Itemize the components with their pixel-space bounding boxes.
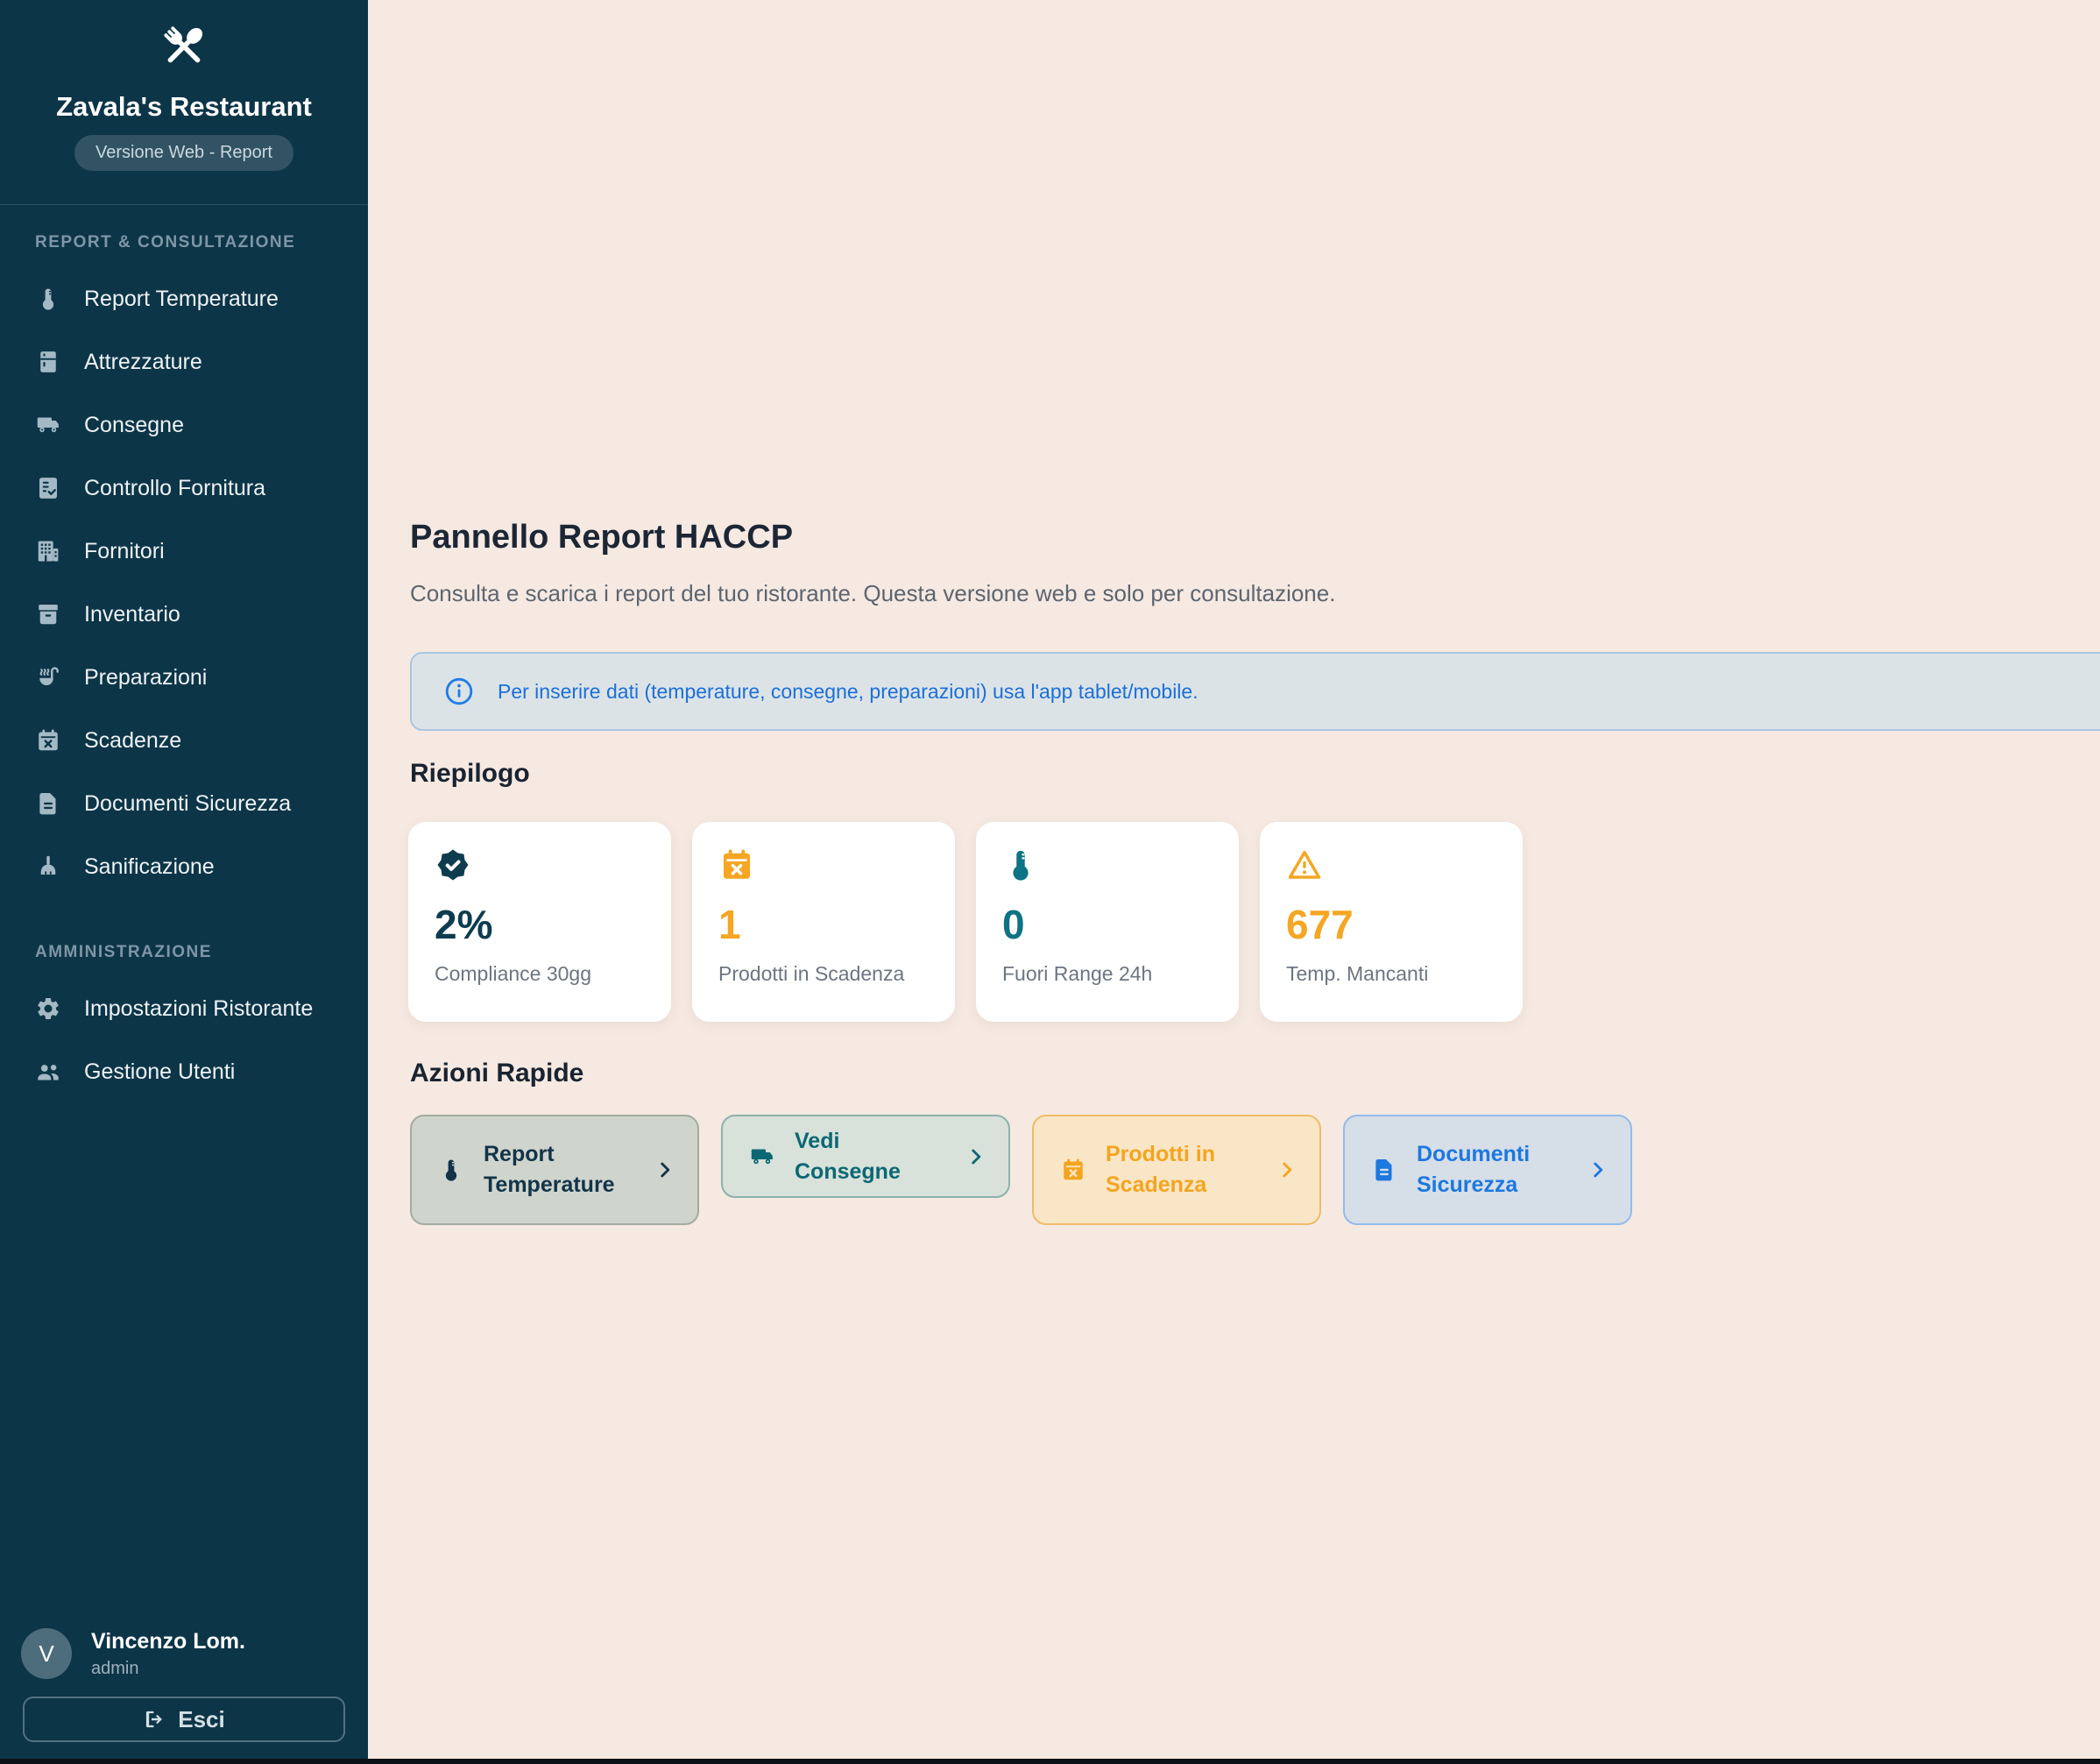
sidebar-item-documenti-sicurezza[interactable]: Documenti Sicurezza bbox=[0, 772, 368, 835]
sidebar-item-preparazioni[interactable]: Preparazioni bbox=[0, 646, 368, 709]
thermometer-icon bbox=[35, 286, 61, 312]
info-banner-text: Per inserire dati (temperature, consegne… bbox=[498, 680, 1198, 704]
thermometer-icon bbox=[1002, 847, 1039, 883]
sidebar-item-label: Inventario bbox=[84, 602, 180, 627]
badge-check-icon bbox=[435, 847, 471, 883]
user-box: V Vincenzo Lom. admin bbox=[21, 1628, 245, 1679]
quick-action-documenti-sicurezza[interactable]: Documenti Sicurezza bbox=[1343, 1115, 1632, 1225]
logout-button[interactable]: Esci bbox=[23, 1697, 345, 1742]
restaurant-logo-icon bbox=[157, 19, 211, 74]
quick-action-label: Prodotti in Scadenza bbox=[1106, 1139, 1256, 1201]
restaurant-name: Zavala's Restaurant bbox=[0, 91, 368, 123]
quick-actions-heading: Azioni Rapide bbox=[410, 1059, 583, 1088]
page-subtitle: Consulta e scarica i report del tuo rist… bbox=[410, 580, 1335, 607]
info-banner: Per inserire dati (temperature, consegne… bbox=[410, 652, 2100, 731]
calendar-x-icon bbox=[718, 847, 755, 883]
sidebar-item-fornitori[interactable]: Fornitori bbox=[0, 520, 368, 583]
quick-action-vedi-consegne[interactable]: Vedi Consegne bbox=[721, 1115, 1010, 1198]
thermometer-icon bbox=[438, 1157, 464, 1183]
app-root: Zavala's Restaurant Versione Web - Repor… bbox=[0, 0, 2100, 1764]
sidebar-nav-report: REPORT & CONSULTAZIONE Report Temperatur… bbox=[0, 233, 368, 898]
sidebar-item-label: Sanificazione bbox=[84, 854, 215, 880]
chevron-right-icon bbox=[1276, 1158, 1298, 1181]
sidebar-item-label: Impostazioni Ristorante bbox=[84, 996, 313, 1022]
archive-box-icon bbox=[35, 601, 61, 627]
avatar: V bbox=[21, 1628, 72, 1679]
users-icon bbox=[35, 1059, 61, 1085]
logout-icon bbox=[143, 1708, 166, 1731]
sidebar-item-scadenze[interactable]: Scadenze bbox=[0, 709, 368, 772]
quick-action-prodotti-scadenza[interactable]: Prodotti in Scadenza bbox=[1032, 1115, 1321, 1225]
summary-card-value: 677 bbox=[1286, 904, 1496, 945]
sidebar-item-consegne[interactable]: Consegne bbox=[0, 393, 368, 457]
sidebar-item-label: Fornitori bbox=[84, 539, 165, 564]
info-icon bbox=[443, 676, 475, 707]
summary-card-label: Temp. Mancanti bbox=[1286, 962, 1496, 986]
chevron-right-icon bbox=[965, 1145, 987, 1168]
document-icon bbox=[35, 790, 61, 817]
cleaning-brush-icon bbox=[35, 854, 61, 880]
quick-action-report-temperature[interactable]: Report Temperature bbox=[410, 1115, 699, 1225]
summary-card-label: Prodotti in Scadenza bbox=[718, 962, 929, 986]
chevron-right-icon bbox=[654, 1158, 676, 1181]
document-icon bbox=[1371, 1157, 1397, 1183]
warning-triangle-icon bbox=[1286, 847, 1323, 883]
window-bottom-edge bbox=[0, 1759, 2100, 1764]
summary-card-temp-mancanti: 677 Temp. Mancanti bbox=[1260, 822, 1523, 1022]
quick-action-label: Documenti Sicurezza bbox=[1417, 1139, 1567, 1201]
version-badge: Versione Web - Report bbox=[74, 135, 293, 171]
gear-icon bbox=[35, 995, 61, 1022]
summary-cards: 2% Compliance 30gg 1 Prodotti in Scadenz… bbox=[408, 822, 1523, 1022]
summary-card-value: 2% bbox=[435, 904, 645, 945]
calendar-x-icon bbox=[1060, 1157, 1086, 1183]
truck-icon bbox=[749, 1144, 775, 1170]
sidebar-item-label: Consegne bbox=[84, 413, 184, 438]
sidebar-item-report-temperature[interactable]: Report Temperature bbox=[0, 267, 368, 330]
ladle-icon bbox=[35, 664, 61, 691]
user-role: admin bbox=[91, 1659, 245, 1679]
user-name: Vincenzo Lom. bbox=[91, 1628, 245, 1654]
sidebar-nav-admin: AMMINISTRAZIONE Impostazioni Ristorante … bbox=[0, 943, 368, 1103]
checklist-icon bbox=[35, 475, 61, 501]
sidebar-item-label: Report Temperature bbox=[84, 287, 279, 312]
section-label-admin: AMMINISTRAZIONE bbox=[0, 943, 368, 962]
sidebar: Zavala's Restaurant Versione Web - Repor… bbox=[0, 0, 368, 1764]
summary-card-value: 0 bbox=[1002, 904, 1213, 945]
quick-action-label: Vedi Consegne bbox=[795, 1126, 945, 1187]
section-label-report: REPORT & CONSULTAZIONE bbox=[0, 233, 368, 252]
summary-card-compliance: 2% Compliance 30gg bbox=[408, 822, 671, 1022]
summary-heading: Riepilogo bbox=[410, 759, 530, 789]
summary-card-fuori-range: 0 Fuori Range 24h bbox=[976, 822, 1239, 1022]
sidebar-item-label: Controllo Fornitura bbox=[84, 476, 265, 501]
sidebar-item-label: Preparazioni bbox=[84, 665, 207, 691]
sidebar-item-attrezzature[interactable]: Attrezzature bbox=[0, 330, 368, 393]
calendar-x-icon bbox=[35, 727, 61, 754]
summary-card-label: Compliance 30gg bbox=[435, 962, 645, 986]
sidebar-item-label: Gestione Utenti bbox=[84, 1059, 235, 1085]
sidebar-item-impostazioni-ristorante[interactable]: Impostazioni Ristorante bbox=[0, 977, 368, 1040]
sidebar-item-gestione-utenti[interactable]: Gestione Utenti bbox=[0, 1040, 368, 1103]
summary-card-value: 1 bbox=[718, 904, 929, 945]
summary-card-prodotti-scadenza: 1 Prodotti in Scadenza bbox=[692, 822, 955, 1022]
building-icon bbox=[35, 538, 61, 564]
truck-icon bbox=[35, 412, 61, 438]
quick-action-label: Report Temperature bbox=[484, 1139, 634, 1201]
quick-actions-row: Report Temperature Vedi Consegne Prodo bbox=[410, 1115, 1632, 1225]
sidebar-item-inventario[interactable]: Inventario bbox=[0, 583, 368, 646]
sidebar-item-label: Attrezzature bbox=[84, 350, 202, 375]
logout-label: Esci bbox=[178, 1706, 225, 1733]
summary-card-label: Fuori Range 24h bbox=[1002, 962, 1213, 986]
page-title: Pannello Report HACCP bbox=[410, 519, 793, 556]
sidebar-item-sanificazione[interactable]: Sanificazione bbox=[0, 835, 368, 898]
chevron-right-icon bbox=[1587, 1158, 1609, 1181]
fridge-icon bbox=[35, 349, 61, 375]
sidebar-item-label: Scadenze bbox=[84, 728, 181, 754]
sidebar-item-controllo-fornitura[interactable]: Controllo Fornitura bbox=[0, 457, 368, 520]
sidebar-item-label: Documenti Sicurezza bbox=[84, 791, 291, 817]
sidebar-divider bbox=[0, 204, 368, 205]
